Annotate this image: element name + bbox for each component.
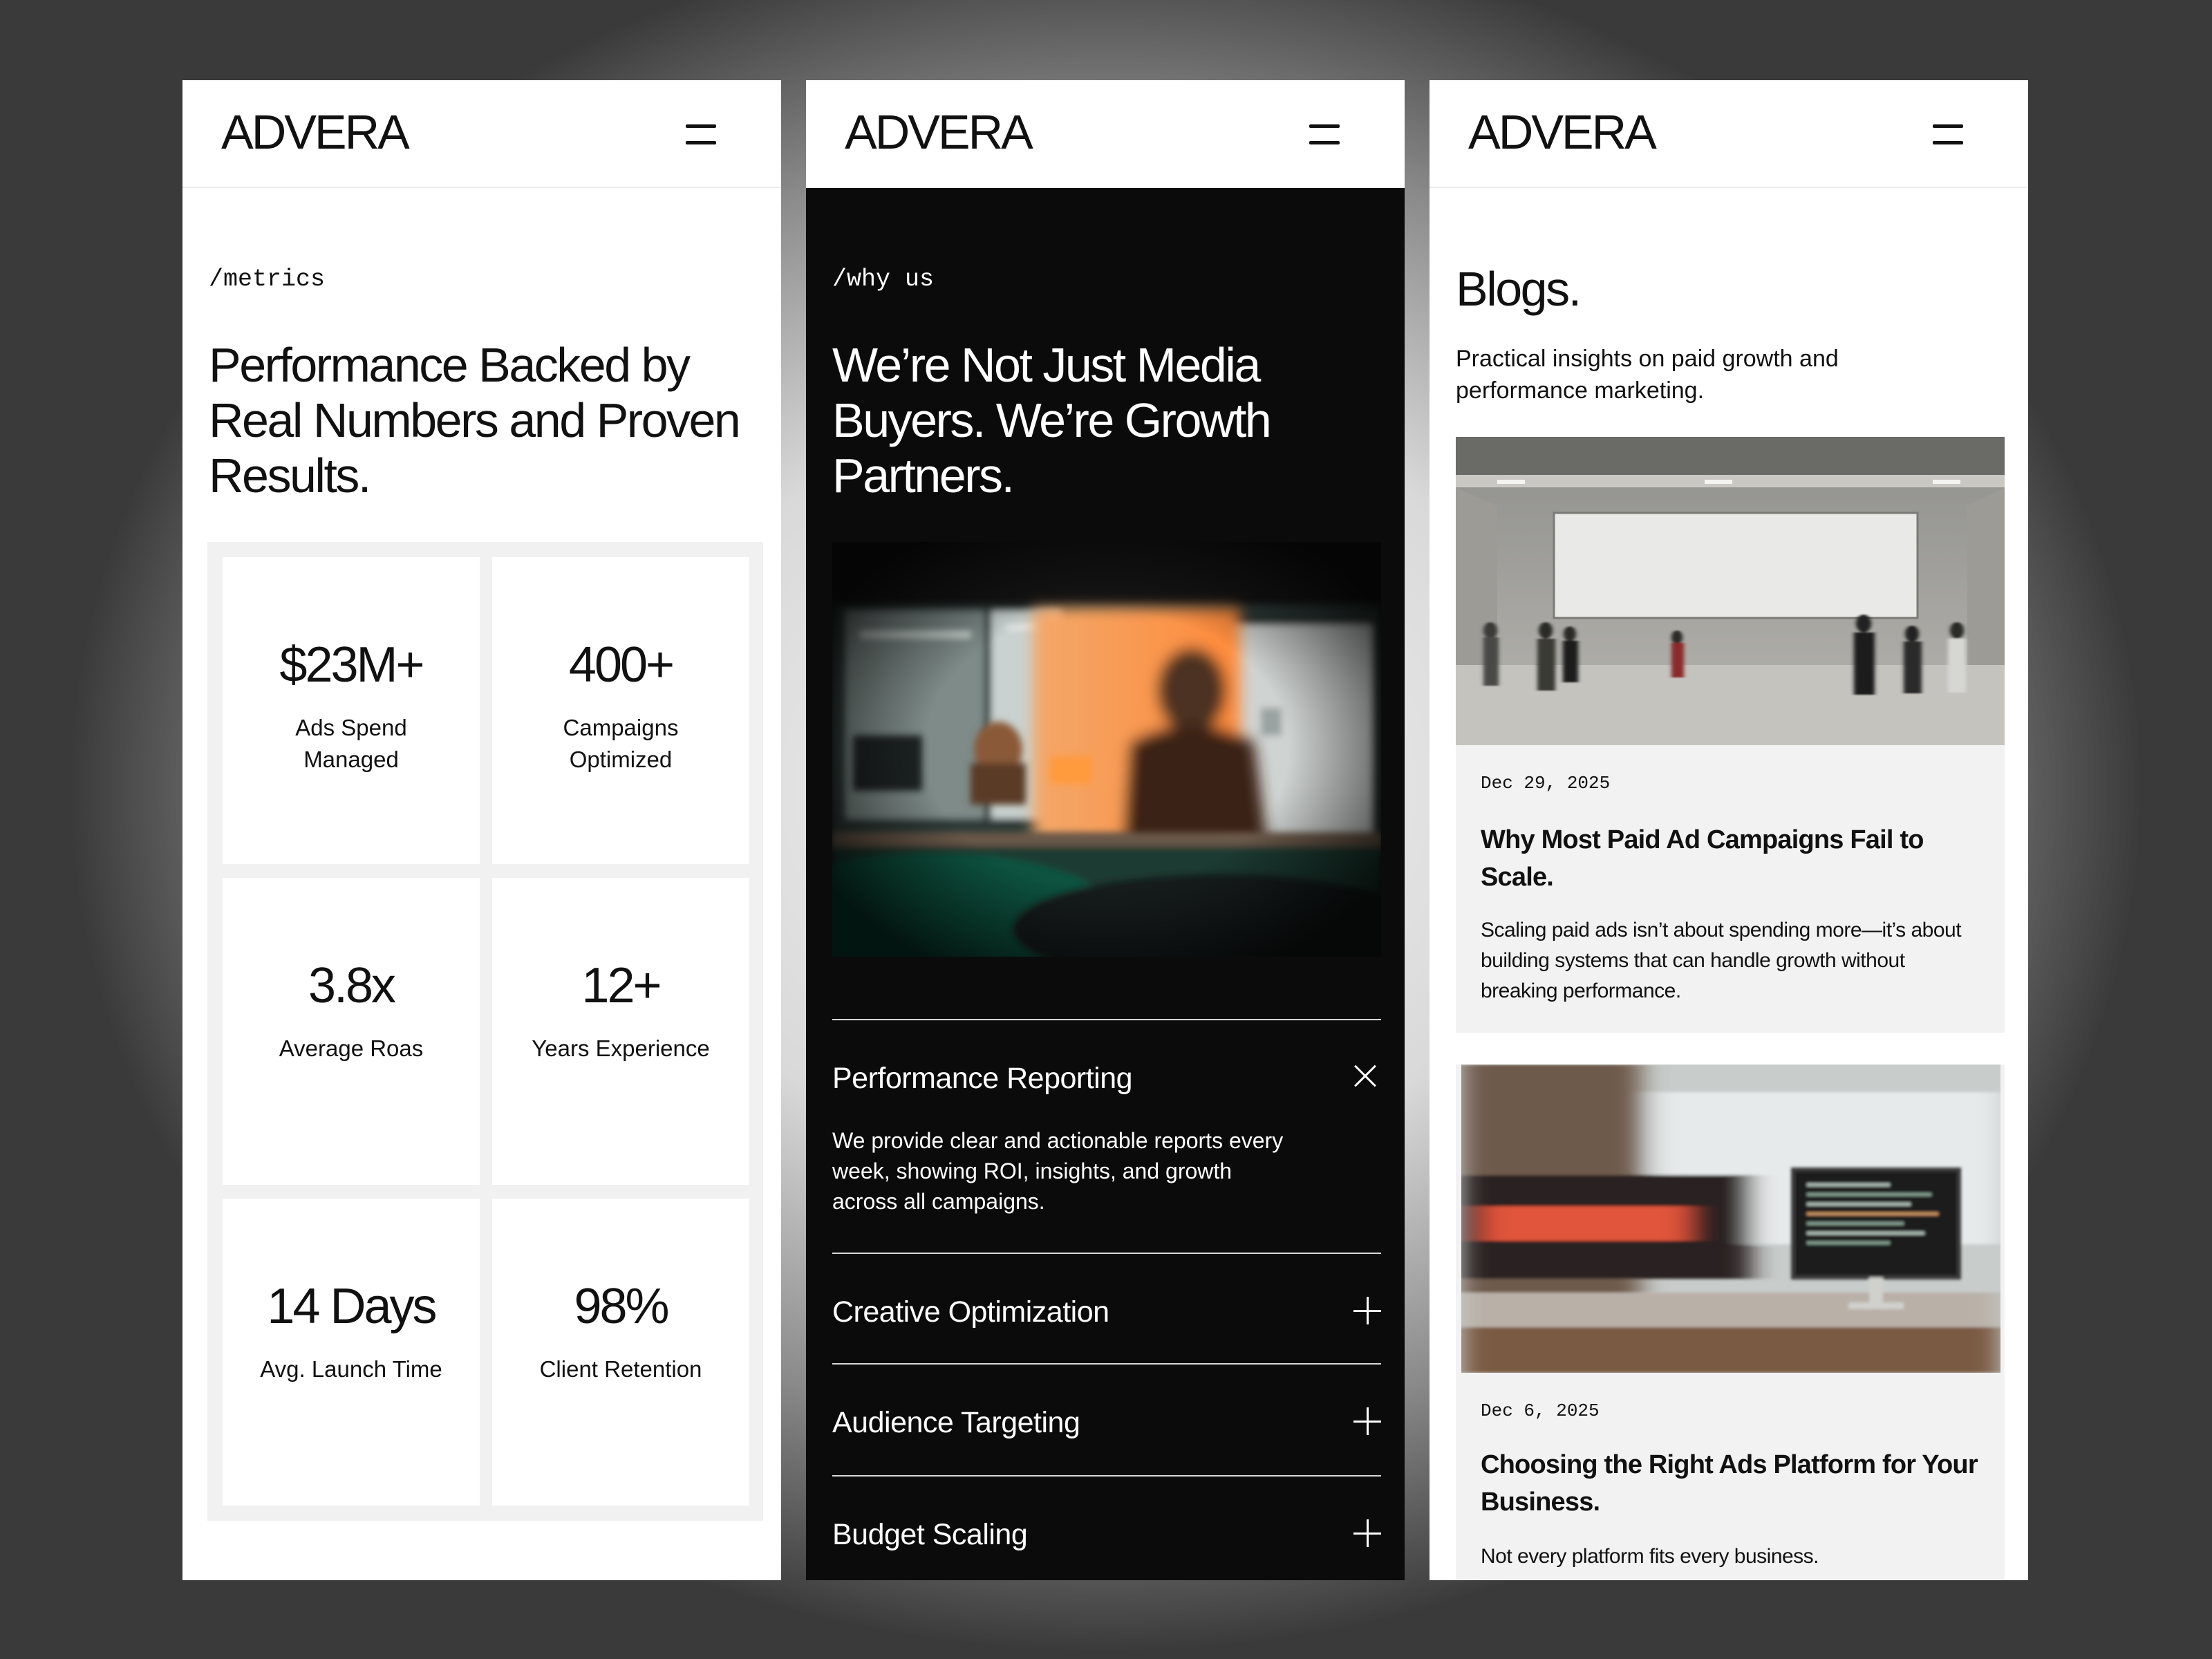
metric-label: Avg. Launch Time — [260, 1356, 442, 1382]
metric-card: 400+ Campaigns Optimized — [492, 557, 749, 864]
close-icon[interactable] — [1353, 1063, 1381, 1091]
accordion-divider — [832, 1363, 1381, 1365]
plus-icon[interactable] — [1353, 1407, 1381, 1435]
accordion-title-creative-optimization[interactable]: Creative Optimization — [832, 1295, 1109, 1329]
office-photo — [832, 542, 1381, 957]
accordion-title-budget-scaling[interactable]: Budget Scaling — [832, 1518, 1028, 1552]
blog-excerpt: Not every platform fits every business. — [1481, 1545, 1819, 1568]
blog-date: Dec 29, 2025 — [1481, 773, 1611, 794]
section-heading: We’re Not Just Media Buyers. We’re Growt… — [832, 338, 1272, 503]
metric-card: 14 Days Avg. Launch Time — [223, 1199, 480, 1506]
metric-value: 12+ — [581, 958, 662, 1013]
blogs-screen: ADVERA Blogs. Practical insights on paid… — [1430, 80, 2028, 1580]
metrics-grid: $23M+ Ads Spend Managed 400+ Campaigns O… — [207, 542, 763, 1521]
why-us-screen: ADVERA /why us We’re Not Just Media Buye… — [806, 80, 1405, 1580]
hamburger-menu-icon[interactable] — [1309, 123, 1341, 147]
metric-value: 400+ — [568, 637, 675, 693]
plus-icon[interactable] — [1353, 1519, 1381, 1547]
logo[interactable]: ADVERA — [845, 108, 1033, 156]
blog-date: Dec 6, 2025 — [1481, 1400, 1600, 1421]
metrics-screen: ADVERA /metrics Performance Backed by Re… — [182, 80, 781, 1580]
metric-value: 98% — [574, 1279, 669, 1334]
blog-image-workspace[interactable] — [1461, 1065, 2000, 1373]
metric-value: $23M+ — [279, 637, 424, 693]
logo[interactable]: ADVERA — [221, 108, 410, 156]
metric-card: 3.8x Average Roas — [223, 878, 480, 1185]
metric-card: 98% Client Retention — [492, 1199, 749, 1506]
header: ADVERA — [806, 80, 1405, 188]
section-kicker: /why us — [832, 265, 935, 293]
blog-card[interactable]: Dec 6, 2025 Choosing the Right Ads Platf… — [1456, 1065, 2005, 1580]
metric-label: Ads Spend Managed — [295, 715, 407, 772]
logo[interactable]: ADVERA — [1468, 108, 1657, 156]
accordion-divider — [832, 1019, 1381, 1020]
metric-value: 14 Days — [267, 1279, 437, 1334]
accordion-title-performance-reporting[interactable]: Performance Reporting — [832, 1062, 1133, 1096]
accordion-title-audience-targeting[interactable]: Audience Targeting — [832, 1406, 1080, 1440]
accordion-body: We provide clear and actionable reports … — [832, 1128, 1284, 1214]
header: ADVERA — [1430, 80, 2028, 188]
blog-excerpt: Scaling paid ads isn’t about spending mo… — [1481, 919, 1962, 1002]
metric-label: Campaigns Optimized — [563, 715, 679, 772]
hamburger-menu-icon[interactable] — [686, 123, 718, 147]
blog-title[interactable]: Choosing the Right Ads Platform for Your… — [1481, 1446, 1985, 1521]
metric-label: Years Experience — [532, 1035, 710, 1061]
plus-icon[interactable] — [1353, 1297, 1381, 1324]
section-kicker: /metrics — [209, 265, 326, 293]
metric-card: 12+ Years Experience — [492, 878, 749, 1185]
header: ADVERA — [182, 80, 781, 188]
metric-label: Average Roas — [279, 1035, 424, 1061]
blog-image-gallery[interactable] — [1456, 437, 2005, 745]
page-title: Blogs. — [1456, 262, 1582, 316]
blog-card[interactable]: Dec 29, 2025 Why Most Paid Ad Campaigns … — [1456, 437, 2005, 1033]
metric-card: $23M+ Ads Spend Managed — [223, 557, 480, 864]
page-subtitle: Practical insights on paid growth and pe… — [1456, 346, 1839, 404]
metric-label: Client Retention — [539, 1356, 702, 1382]
accordion-divider — [832, 1253, 1381, 1254]
accordion-divider — [832, 1475, 1381, 1477]
metric-value: 3.8x — [308, 958, 396, 1013]
hamburger-menu-icon[interactable] — [1933, 123, 1965, 147]
section-heading: Performance Backed by Real Numbers and P… — [209, 338, 741, 503]
blog-title[interactable]: Why Most Paid Ad Campaigns Fail to Scale… — [1481, 821, 1985, 896]
